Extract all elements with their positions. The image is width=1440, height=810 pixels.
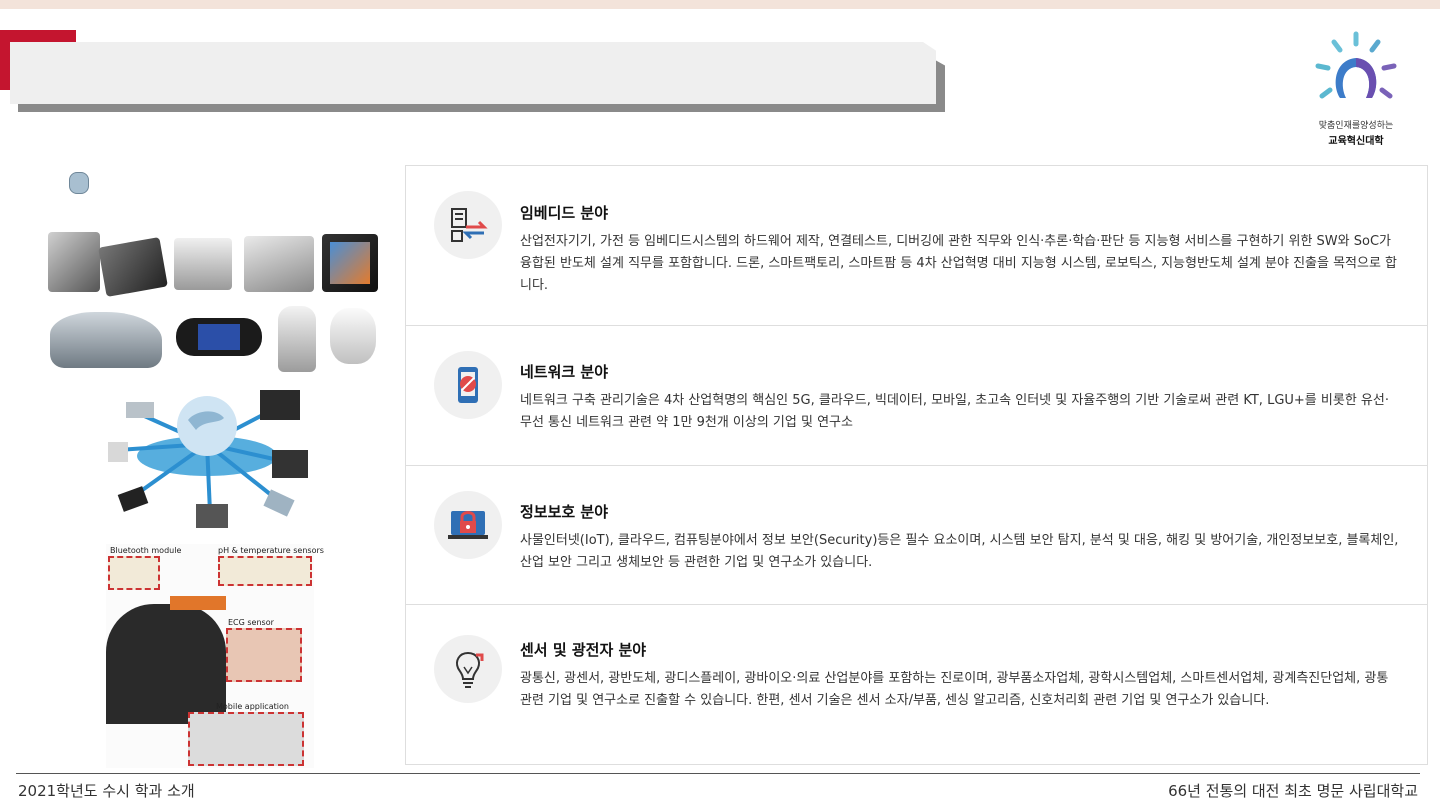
person-silhouette [106,604,226,724]
bluetooth-module-box [108,556,160,590]
service-robot-image [330,308,376,364]
field-description: 네트워크 구축 관리기술은 4차 산업혁명의 핵심인 5G, 클라우드, 빅데이… [520,393,1389,430]
career-fields-panel: 임베디드 분야 산업전자기기, 가전 등 임베디드시스템의 하드웨어 제작, 연… [405,165,1428,765]
logo-tagline: 맞춤인재를양성하는 [1318,121,1394,131]
top-strip [0,0,1440,9]
illustration-column: Bluetooth module pH & temperature sensor… [44,166,389,770]
network-phone-icon [434,351,502,419]
embedded-transfer-icon [434,191,502,259]
pda-image [98,236,168,298]
field-description: 산업전자기기, 가전 등 임베디드시스템의 하드웨어 제작, 연결테스트, 디버… [520,234,1398,293]
field-title: 센서 및 광전자 분야 [520,641,647,659]
ecg-sensor-box [226,628,302,682]
printer-image [174,238,232,290]
logo-icon [1315,31,1397,99]
camcorder-image [48,232,100,292]
mobile-app-box [188,712,304,766]
network-diagram-image [100,384,314,540]
field-description: 사물인터넷(IoT), 클라우드, 컴퓨팅분야에서 정보 보안(Security… [520,533,1399,570]
field-title: 네트워크 분야 [520,363,609,381]
field-title: 임베디드 분야 [520,204,609,222]
title-banner [10,42,936,104]
ph-sensor-box [218,556,312,586]
handheld-console-image [176,318,262,356]
sensor-label-ecg: ECG sensor [228,618,274,627]
university-logo: 맞춤인재를양성하는 교육혁신대학 [1300,30,1412,150]
sensor-label-mobile: Mobile application [216,702,289,711]
bullet-marker [69,172,89,194]
footer-right-text: 66년 전통의 대전 최초 명문 사립대학교 [1168,782,1418,800]
sensor-label-bluetooth: Bluetooth module [110,546,182,555]
pos-terminal-image [244,236,314,292]
field-security: 정보보호 분야 사물인터넷(IoT), 클라우드, 컴퓨팅분야에서 정보 보안(… [406,466,1427,605]
footer-left-text: 2021학년도 수시 학과 소개 [18,782,195,800]
security-lock-icon [434,491,502,559]
car-electronics-image [50,312,162,368]
field-description: 광통신, 광센서, 광반도체, 광디스플레이, 광바이오·의료 산업분야를 포함… [520,671,1389,708]
wearable-sensor-image: Bluetooth module pH & temperature sensor… [106,544,324,768]
humanoid-robot-image [278,306,316,372]
field-sensor: 센서 및 광전자 분야 광통신, 광센서, 광반도체, 광디스플레이, 광바이오… [406,605,1427,765]
field-title: 정보보호 분야 [520,503,609,521]
field-network: 네트워크 분야 네트워크 구축 관리기술은 4차 산업혁명의 핵심인 5G, 클… [406,326,1427,466]
logo-name: 교육혁신대학 [1328,136,1384,147]
navigation-device-image [322,234,378,292]
headband-sensor [170,596,226,610]
footer-divider [16,773,1420,774]
sensor-label-ph: pH & temperature sensors [218,546,324,555]
field-embedded: 임베디드 분야 산업전자기기, 가전 등 임베디드시스템의 하드웨어 제작, 연… [406,166,1427,326]
lightbulb-sensor-icon [434,635,502,703]
